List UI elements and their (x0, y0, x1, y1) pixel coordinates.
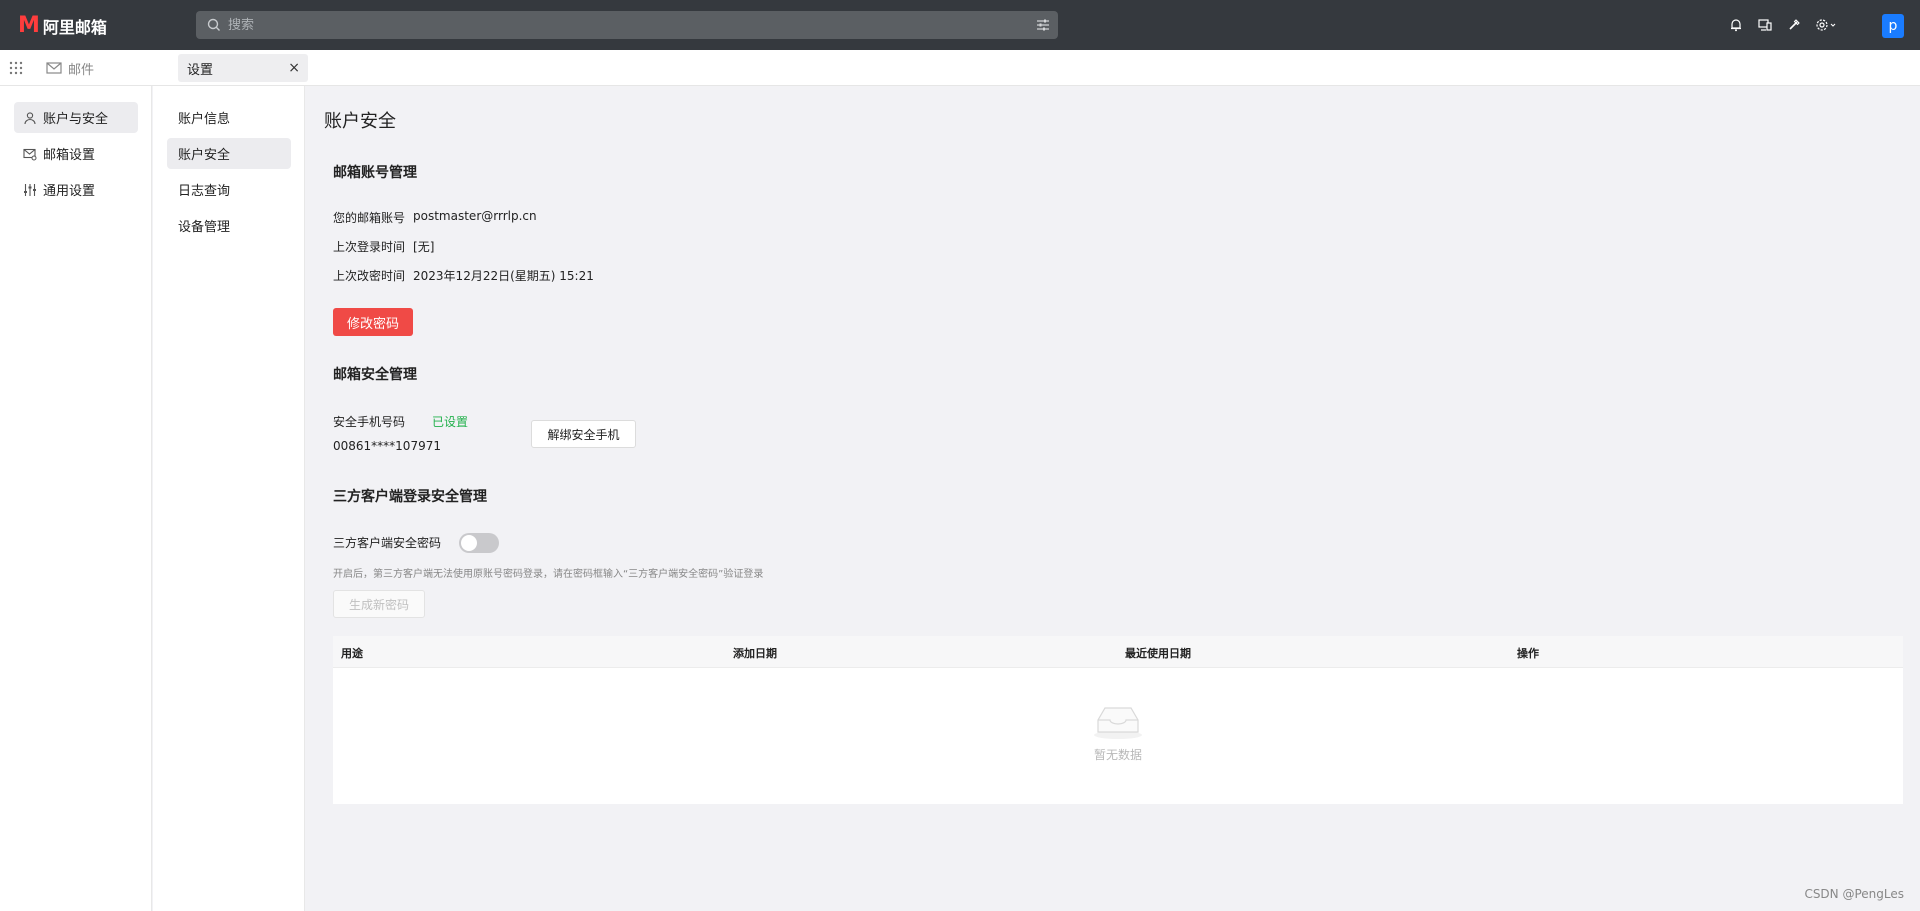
unbind-phone-button[interactable]: 解绑安全手机 (531, 420, 636, 448)
search-icon (207, 18, 220, 31)
client-password-toggle[interactable] (459, 533, 499, 553)
subnav-item-account-info[interactable]: 账户信息 (167, 102, 291, 133)
last-password-change-row: 上次改密时间 2023年12月22日(星期五) 15:21 (333, 267, 594, 284)
app-logo[interactable]: M 阿里邮箱 (18, 13, 107, 38)
column-header-added-date: 添加日期 (733, 647, 777, 660)
leftnav-item-label: 账户与安全 (43, 112, 109, 127)
close-icon[interactable]: × (288, 60, 300, 76)
page-title: 账户安全 (324, 111, 396, 132)
account-row-label: 您的邮箱账号 (333, 211, 406, 225)
search-bar (196, 11, 1058, 39)
brush-icon[interactable] (1779, 0, 1808, 50)
leftnav-item-mailbox-settings[interactable]: 邮箱设置 (14, 138, 138, 169)
sub-nav: 账户信息 账户安全 日志查询 设备管理 (153, 86, 305, 911)
change-password-button[interactable]: 修改密码 (333, 308, 413, 336)
main-content: 账户安全 邮箱账号管理 您的邮箱账号 postmaster@rrrlp.cn 上… (306, 86, 1920, 911)
logo-mark: M (18, 13, 40, 38)
mail-icon (46, 62, 62, 74)
app-grid-icon[interactable] (9, 61, 23, 75)
mailbox-settings-icon (23, 148, 37, 160)
client-password-toggle-label: 三方客户端安全密码 (333, 536, 442, 550)
empty-text: 暂无数据 (1093, 748, 1142, 762)
tab-mail-label: 邮件 (68, 62, 95, 78)
logo-text: 阿里邮箱 (42, 17, 107, 37)
section-title-security: 邮箱安全管理 (333, 367, 417, 383)
subnav-item-log-query[interactable]: 日志查询 (167, 174, 291, 205)
column-header-actions: 操作 (1517, 647, 1539, 660)
generate-password-button[interactable]: 生成新密码 (333, 590, 425, 618)
tab-bar: 邮件 设置 × (0, 50, 1920, 86)
search-input[interactable] (228, 11, 1008, 39)
tab-mail[interactable]: 邮件 (46, 50, 94, 86)
last-login-value: [无] (413, 240, 435, 254)
watermark: CSDN @PengLes (1804, 887, 1904, 901)
account-row-value: postmaster@rrrlp.cn (413, 209, 537, 223)
sliders-icon (24, 183, 36, 196)
top-bar: M 阿里邮箱 p (0, 0, 1920, 50)
subnav-item-device-management[interactable]: 设备管理 (167, 210, 291, 241)
empty-inbox-icon (1094, 707, 1142, 739)
leftnav-item-label: 邮箱设置 (43, 148, 96, 163)
security-phone-number: 00861****107971 (333, 439, 441, 453)
last-login-row: 上次登录时间 [无] (333, 238, 434, 255)
section-title-client: 三方客户端登录安全管理 (333, 489, 487, 505)
tab-settings[interactable]: 设置 × (178, 54, 308, 82)
column-header-purpose: 用途 (341, 647, 363, 660)
last-password-change-label: 上次改密时间 (333, 269, 406, 283)
leftnav-item-label: 通用设置 (43, 184, 96, 199)
security-phone-label: 安全手机号码 (333, 415, 406, 429)
bell-icon[interactable] (1721, 0, 1750, 50)
last-password-change-value: 2023年12月22日(星期五) 15:21 (413, 269, 594, 283)
user-icon (24, 111, 36, 124)
account-row: 您的邮箱账号 postmaster@rrrlp.cn (333, 209, 537, 226)
client-password-hint: 开启后，第三方客户端无法使用原账号密码登录，请在密码框输入“三方客户端安全密码”… (333, 569, 764, 580)
last-login-label: 上次登录时间 (333, 240, 406, 254)
leftnav-item-account-security[interactable]: 账户与安全 (14, 102, 138, 133)
devices-icon[interactable] (1750, 0, 1779, 50)
avatar[interactable]: p (1882, 14, 1904, 38)
tab-settings-label: 设置 (187, 63, 214, 78)
toggle-knob (461, 535, 477, 551)
leftnav-item-general-settings[interactable]: 通用设置 (14, 174, 138, 205)
left-nav: 账户与安全 邮箱设置 通用设置 (0, 86, 152, 911)
security-phone-status: 已设置 (432, 415, 469, 429)
empty-state: 暂无数据 (1092, 702, 1144, 763)
client-password-table: 用途 添加日期 最近使用日期 操作 暂无数据 (333, 636, 1903, 804)
subnav-item-account-security[interactable]: 账户安全 (167, 138, 291, 169)
filter-icon[interactable] (1036, 18, 1050, 32)
table-header: 用途 添加日期 最近使用日期 操作 (333, 636, 1903, 668)
column-header-last-used: 最近使用日期 (1125, 647, 1191, 660)
section-title-account: 邮箱账号管理 (333, 165, 417, 181)
gear-icon[interactable] (1808, 0, 1844, 50)
